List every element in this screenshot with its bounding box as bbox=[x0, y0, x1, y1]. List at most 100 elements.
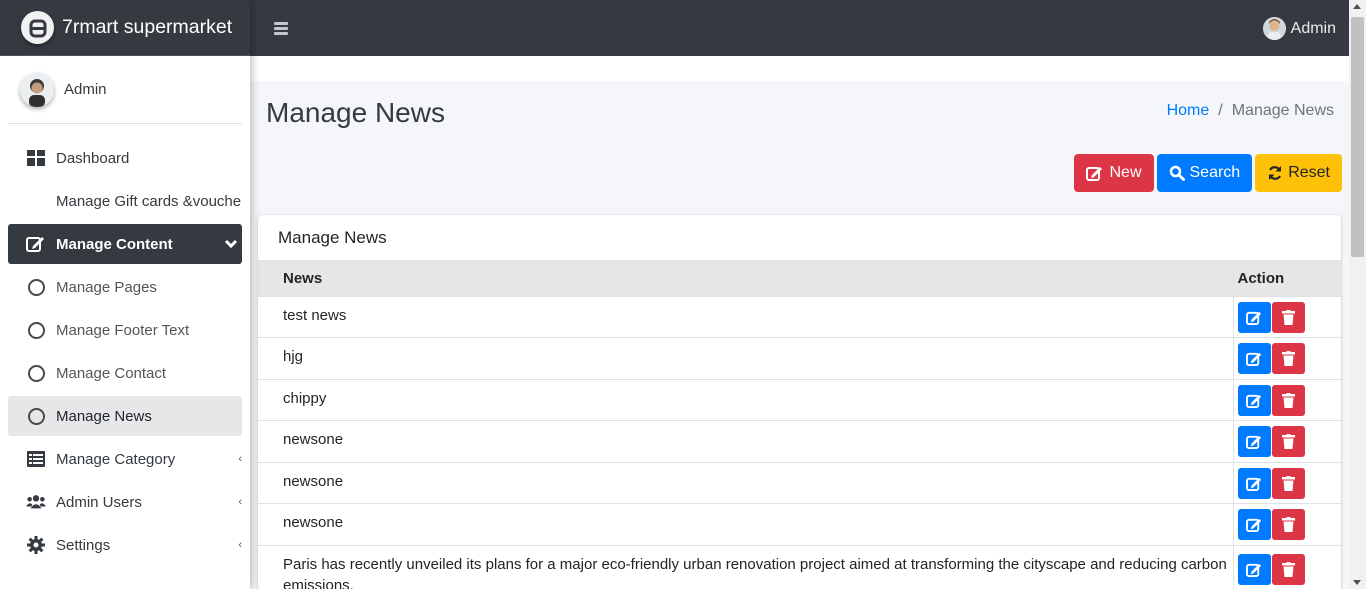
sidebar-item-manage-content[interactable]: Manage Content bbox=[8, 224, 242, 264]
gear-icon bbox=[26, 535, 46, 555]
edit-button[interactable] bbox=[1237, 554, 1271, 586]
action-cell bbox=[1232, 379, 1341, 422]
trash-icon bbox=[1281, 392, 1295, 408]
edit-icon bbox=[1245, 562, 1263, 578]
sidebar-item-manage-pages[interactable]: Manage Pages bbox=[8, 267, 242, 307]
news-card: Manage News News Action test news hjg chip… bbox=[258, 215, 1341, 589]
delete-button[interactable] bbox=[1271, 384, 1305, 416]
table-row: newsone bbox=[258, 420, 1341, 463]
edit-button[interactable] bbox=[1237, 384, 1271, 416]
sidebar-item-settings[interactable]: Settings ‹ bbox=[8, 525, 242, 565]
new-button[interactable]: New bbox=[1074, 154, 1154, 192]
news-table: News Action test news hjg chippy newsone new… bbox=[258, 261, 1341, 589]
trash-icon bbox=[1281, 309, 1295, 325]
user-panel[interactable]: Admin bbox=[8, 56, 242, 124]
edit-button[interactable] bbox=[1237, 343, 1271, 375]
action-cell bbox=[1232, 503, 1341, 547]
sidebar-item-manage-footer-text[interactable]: Manage Footer Text bbox=[8, 310, 242, 350]
search-button-label: Search bbox=[1189, 164, 1241, 181]
delete-button[interactable] bbox=[1271, 343, 1305, 375]
trash-icon bbox=[1281, 562, 1295, 578]
sidebar-item-manage-category[interactable]: Manage Category ‹ bbox=[8, 439, 242, 479]
sidebar-item-label: Manage Gift cards &voucher bbox=[56, 192, 242, 210]
sidebar-item-manage-news[interactable]: Manage News bbox=[8, 396, 242, 436]
sidebar-item-label: Settings bbox=[56, 536, 111, 554]
reset-button[interactable]: Reset bbox=[1255, 154, 1342, 192]
edit-icon bbox=[1086, 165, 1104, 181]
action-cell bbox=[1232, 420, 1341, 463]
brand-link[interactable]: 7rmart supermarket bbox=[0, 0, 250, 56]
news-title-cell: Paris has recently unveiled its plans fo… bbox=[258, 545, 1233, 589]
action-buttons: New Search Reset bbox=[1071, 154, 1342, 192]
reset-button-label: Reset bbox=[1288, 164, 1330, 181]
scrollbar-thumb[interactable] bbox=[1351, 17, 1364, 257]
sidebar-item-admin-users[interactable]: Admin Users ‹ bbox=[8, 482, 242, 522]
user-avatar-icon bbox=[1262, 17, 1286, 40]
avatar bbox=[20, 72, 54, 107]
content-top-strip bbox=[250, 56, 1349, 81]
menu-toggle-icon[interactable] bbox=[274, 20, 288, 37]
card-title: Manage News bbox=[258, 215, 1341, 261]
user-menu[interactable]: Admin bbox=[1262, 17, 1336, 40]
edit-icon bbox=[1245, 310, 1263, 325]
chevron-down-icon bbox=[224, 236, 238, 253]
brand-logo-icon bbox=[21, 11, 54, 44]
sidebar-item-label: Manage Footer Text bbox=[56, 321, 190, 339]
table-row: hjg bbox=[258, 337, 1341, 380]
list-icon bbox=[26, 449, 46, 469]
scroll-down-icon[interactable] bbox=[1353, 580, 1361, 585]
top-navbar: Admin bbox=[250, 0, 1349, 56]
news-title-cell: chippy bbox=[258, 379, 1233, 422]
trash-icon bbox=[1281, 351, 1295, 367]
edit-button[interactable] bbox=[1237, 467, 1271, 499]
brand-name: 7rmart supermarket bbox=[62, 16, 233, 38]
search-icon bbox=[1169, 165, 1185, 181]
sidebar-item-dashboard[interactable]: Dashboard bbox=[8, 138, 242, 178]
main-content: Manage News Home / Manage News New Searc… bbox=[250, 56, 1349, 589]
edit-button[interactable] bbox=[1237, 426, 1271, 458]
page-scrollbar[interactable] bbox=[1349, 0, 1366, 589]
sidebar-item-gift-cards[interactable]: Manage Gift cards &voucher bbox=[8, 181, 242, 221]
new-button-label: New bbox=[1109, 164, 1142, 181]
page-title: Manage News bbox=[266, 97, 445, 128]
sidebar: 7rmart supermarket Admin Dashboard Manag… bbox=[0, 0, 250, 589]
sidebar-item-label: Manage Contact bbox=[56, 364, 167, 382]
table-row: Paris has recently unveiled its plans fo… bbox=[258, 545, 1341, 589]
breadcrumb-current: Manage News bbox=[1231, 102, 1334, 119]
chevron-left-icon: ‹ bbox=[238, 453, 242, 465]
action-cell bbox=[1232, 296, 1341, 339]
chevron-left-icon: ‹ bbox=[238, 496, 242, 508]
delete-button[interactable] bbox=[1271, 301, 1305, 333]
action-cell bbox=[1232, 545, 1341, 589]
edit-icon bbox=[1245, 434, 1263, 450]
delete-button[interactable] bbox=[1271, 509, 1305, 541]
sidebar-item-manage-contact[interactable]: Manage Contact bbox=[8, 353, 242, 393]
circle-icon bbox=[26, 320, 46, 340]
breadcrumb-separator: / bbox=[1218, 102, 1223, 119]
scroll-up-icon[interactable] bbox=[1353, 4, 1361, 9]
delete-button[interactable] bbox=[1271, 554, 1305, 586]
delete-button[interactable] bbox=[1271, 426, 1305, 458]
column-header-news: News bbox=[258, 261, 1233, 297]
breadcrumb: Home / Manage News bbox=[1167, 102, 1334, 120]
edit-icon bbox=[1245, 476, 1263, 491]
delete-button[interactable] bbox=[1271, 467, 1305, 499]
edit-icon bbox=[1245, 393, 1263, 408]
edit-button[interactable] bbox=[1237, 509, 1271, 541]
action-cell bbox=[1232, 337, 1341, 380]
search-button[interactable]: Search bbox=[1156, 154, 1253, 192]
table-row: test news bbox=[258, 296, 1341, 339]
trash-icon bbox=[1281, 434, 1295, 450]
breadcrumb-home-link[interactable]: Home bbox=[1167, 102, 1210, 120]
news-title-cell: newsone bbox=[258, 420, 1233, 463]
edit-button[interactable] bbox=[1237, 301, 1271, 333]
table-row: newsone bbox=[258, 503, 1341, 547]
dashboard-icon bbox=[26, 148, 46, 168]
sidebar-item-label: Dashboard bbox=[56, 149, 130, 167]
news-title-cell: hjg bbox=[258, 337, 1233, 380]
sidebar-item-label: Manage Content bbox=[56, 235, 173, 253]
sidebar-item-label: Admin Users bbox=[56, 493, 142, 511]
table-header-row: News Action bbox=[258, 261, 1341, 297]
refresh-icon bbox=[1267, 165, 1283, 181]
news-title-cell: test news bbox=[258, 296, 1233, 339]
